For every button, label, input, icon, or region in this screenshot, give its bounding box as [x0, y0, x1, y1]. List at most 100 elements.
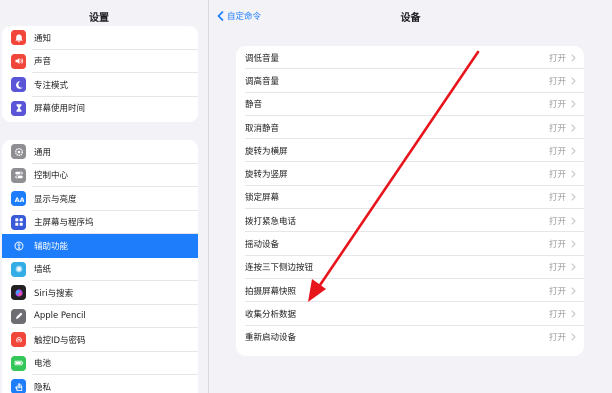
speaker-icon [11, 53, 26, 69]
command-label: 锁定屏幕 [245, 193, 280, 204]
command-label: 旋转为横屏 [245, 146, 288, 157]
sidebar-item[interactable]: 声音 [2, 50, 198, 73]
sidebar-item[interactable]: 墙纸 [2, 258, 198, 281]
main-pane: 自定命令 设备 调低音量 打开 调高音量 打开 静音 打开 取消静音 打开 旋转为横屏 打开 旋转为… [209, 0, 612, 393]
command-row[interactable]: 收集分析数据 打开 [236, 302, 584, 326]
sidebar-item[interactable]: 控制中心 [2, 164, 198, 187]
sidebar-item[interactable]: 专注模式 [2, 73, 198, 97]
sidebar: 设置 通知声音专注模式屏幕使用时间 通用控制中心 AA 显示与亮度主屏幕与程序坞 辅助… [0, 0, 208, 393]
svg-text:AA: AA [14, 196, 23, 204]
command-status: 打开 [548, 216, 566, 227]
grid-icon [11, 214, 26, 230]
chevron-right-icon [571, 100, 576, 108]
chevron-right-icon [571, 217, 576, 225]
device-commands-list: 调低音量 打开 调高音量 打开 静音 打开 取消静音 打开 旋转为横屏 打开 旋转为竖屏 打开 锁定屏幕… [236, 46, 584, 356]
command-label: 调高音量 [245, 76, 280, 87]
command-row[interactable]: 调高音量 打开 [236, 69, 584, 93]
sidebar-item-label: 显示与亮度 [34, 194, 77, 205]
command-status: 打开 [548, 100, 566, 111]
sidebar-item-label: 声音 [34, 57, 52, 68]
command-status: 打开 [548, 193, 566, 204]
command-row[interactable]: 调低音量 打开 [236, 46, 584, 70]
sidebar-item-label: 通知 [34, 33, 52, 44]
toggles-icon [11, 167, 26, 183]
gear-icon [11, 144, 26, 160]
command-label: 静音 [245, 100, 263, 111]
command-label: 调低音量 [245, 53, 280, 64]
sidebar-group-2: 通用控制中心 AA 显示与亮度主屏幕与程序坞 辅助功能墙纸 Siri与搜索 Apple P… [2, 140, 198, 393]
sidebar-item[interactable]: Siri与搜索 [2, 281, 198, 305]
command-label: 拨打紧急电话 [245, 216, 297, 227]
sidebar-item-label: 主屏幕与程序坞 [34, 218, 94, 229]
command-row[interactable]: 连按三下侧边按钮 打开 [236, 256, 584, 279]
command-label: 收集分析数据 [245, 309, 297, 320]
hourglass-icon [11, 100, 26, 116]
sidebar-item-label: 墙纸 [34, 265, 52, 276]
command-row[interactable]: 拨打紧急电话 打开 [236, 209, 584, 233]
pencil-icon [11, 308, 26, 324]
command-row[interactable]: 静音 打开 [236, 93, 584, 116]
command-row[interactable]: 锁定屏幕 打开 [236, 186, 584, 210]
sidebar-item-label: 触控ID与密码 [34, 335, 86, 346]
accessibility-icon [11, 238, 26, 254]
sidebar-item[interactable]: AA 显示与亮度 [2, 187, 198, 211]
command-row[interactable]: 拍摄屏幕快照 打开 [236, 279, 584, 303]
command-label: 摇动设备 [245, 240, 280, 251]
command-status: 打开 [548, 263, 566, 274]
sidebar-group-1: 通知声音专注模式屏幕使用时间 [2, 26, 198, 122]
fingerprint-icon [11, 332, 26, 348]
chevron-right-icon [571, 333, 576, 341]
moon-icon [11, 77, 26, 93]
sidebar-item[interactable]: 通用 [2, 140, 198, 164]
sidebar-title: 设置 [89, 13, 109, 24]
command-status: 打开 [548, 146, 566, 157]
hand-icon [11, 379, 26, 393]
command-row[interactable]: 旋转为竖屏 打开 [236, 162, 584, 186]
chevron-right-icon [571, 240, 576, 248]
chevron-right-icon [571, 170, 576, 178]
chevron-right-icon [571, 263, 576, 271]
chevron-right-icon [571, 287, 576, 295]
command-label: 重新启动设备 [245, 333, 297, 344]
chevron-right-icon [571, 147, 576, 155]
command-status: 打开 [548, 333, 566, 344]
sidebar-item-label: Apple Pencil [34, 311, 86, 322]
command-status: 打开 [548, 240, 566, 251]
chevron-right-icon [571, 123, 576, 132]
sidebar-item-label: 控制中心 [34, 171, 69, 182]
bell-icon [11, 30, 26, 46]
sidebar-item[interactable]: Apple Pencil [2, 305, 198, 328]
chevron-right-icon [571, 54, 576, 62]
sidebar-item-label: Siri与搜索 [34, 288, 74, 299]
sidebar-item[interactable]: 电池 [2, 352, 198, 375]
siri-icon [11, 285, 26, 301]
sidebar-item[interactable]: 通知 [2, 26, 198, 50]
page-title: 设备 [400, 13, 421, 24]
command-status: 打开 [548, 123, 566, 134]
command-label: 连按三下侧边按钮 [245, 263, 314, 274]
command-row[interactable]: 取消静音 打开 [236, 116, 584, 140]
sidebar-item[interactable]: 主屏幕与程序坞 [2, 211, 198, 234]
command-row[interactable]: 旋转为横屏 打开 [236, 139, 584, 163]
sidebar-item-label: 通用 [34, 147, 52, 158]
chevron-right-icon [571, 193, 576, 201]
flower-icon [11, 261, 26, 277]
sidebar-item-label: 屏幕使用时间 [34, 104, 86, 115]
command-row[interactable]: 摇动设备 打开 [236, 232, 584, 256]
battery-icon [11, 355, 26, 371]
sidebar-item[interactable]: 触控ID与密码 [2, 328, 198, 352]
sidebar-item[interactable]: 辅助功能 [2, 234, 198, 258]
command-status: 打开 [548, 170, 566, 181]
text-size-icon: AA [11, 191, 26, 207]
command-label: 旋转为竖屏 [245, 170, 288, 181]
sidebar-item[interactable]: 隐私 [2, 375, 198, 393]
command-row[interactable]: 重新启动设备 打开 [236, 326, 584, 349]
command-status: 打开 [548, 286, 566, 297]
sidebar-item[interactable]: 屏幕使用时间 [2, 97, 198, 121]
sidebar-item-label: 专注模式 [34, 80, 69, 91]
sidebar-item-label: 电池 [34, 359, 52, 370]
sidebar-item-label: 辅助功能 [34, 241, 69, 252]
chevron-right-icon [571, 310, 576, 318]
command-label: 拍摄屏幕快照 [245, 286, 297, 297]
command-label: 取消静音 [245, 123, 280, 134]
